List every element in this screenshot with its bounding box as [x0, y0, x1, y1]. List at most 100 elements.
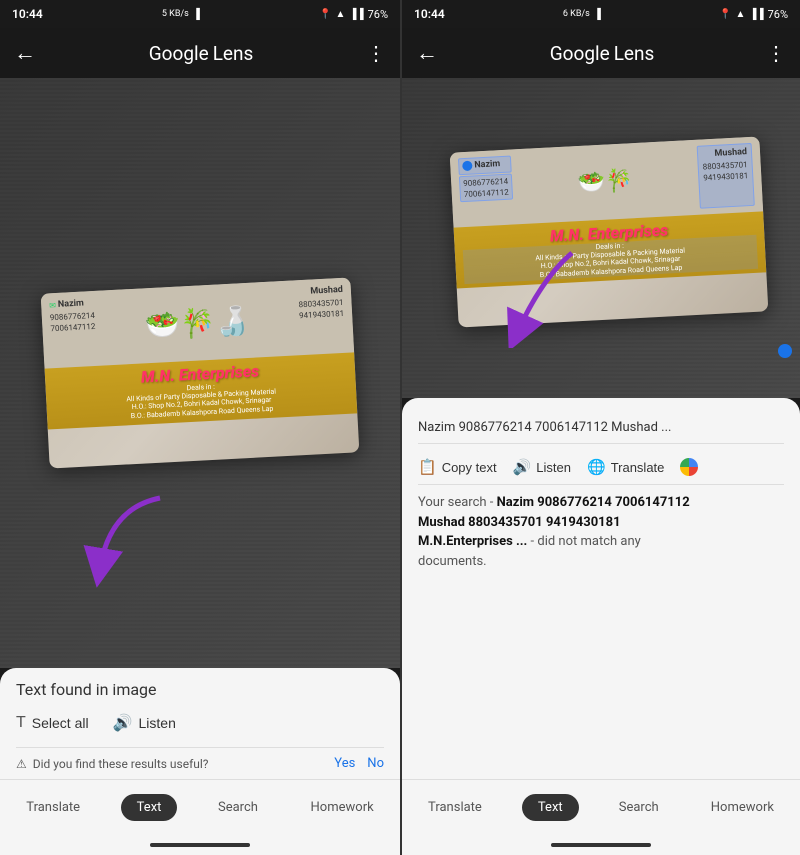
card-left-contact-right: Nazim 9086776214 7006147112 — [458, 155, 514, 221]
right-status-left: 📍 ▲ ▐▐ 76% — [319, 8, 388, 21]
listen-label-right: Listen — [536, 460, 571, 475]
listen-button-left[interactable]: 🔊 Listen — [113, 709, 176, 737]
status-bar-left: 10:44 5 KB/s ▐ 📍 ▲ ▐▐ 76% — [0, 0, 400, 28]
time-left: 10:44 — [12, 7, 43, 21]
text-found-title: Text found in image — [16, 680, 384, 699]
result-query: Nazim 9086776214 7006147112 Mushad ... — [418, 410, 784, 444]
card-left-contact: ✉ Nazim 9086776214 7006147112 — [49, 297, 97, 362]
nav-homework-left[interactable]: Homework — [299, 796, 386, 819]
lens-word-right: Lens — [614, 42, 655, 65]
translate-label-right-nav: Translate — [428, 800, 482, 815]
nav-text-left[interactable]: Text — [121, 794, 178, 821]
kb-speed-right: 6 KB/s — [563, 9, 590, 19]
menu-button-right[interactable]: ⋮ — [766, 41, 786, 65]
no-button[interactable]: No — [367, 756, 384, 771]
card-center-decoration-right: 🥗🎋 — [576, 149, 634, 215]
action-row-left: T Select all 🔊 Listen — [16, 709, 384, 737]
card-center-decoration: 🥗🎋🍶 — [144, 289, 252, 357]
copy-text-button[interactable]: 📋 Copy text — [418, 458, 497, 476]
top-bar-left: ← Google Lens ⋮ — [0, 28, 400, 78]
right-status-right: 📍 ▲ ▐▐ 76% — [719, 8, 788, 21]
copy-icon: 📋 — [418, 458, 437, 476]
signal-bars-right: ▐▐ — [749, 9, 763, 20]
purple-arrow-right — [502, 248, 602, 348]
google-g-icon — [680, 458, 698, 476]
signal-icon-left: ▐ — [193, 9, 200, 20]
lens-word-left: Lens — [213, 42, 254, 65]
bottom-nav-right: Translate Text Search Homework — [402, 779, 800, 835]
result-line4: documents. — [418, 554, 487, 569]
feedback-icon: ⚠ — [16, 757, 27, 771]
feedback-text-label: Did you find these results useful? — [33, 757, 209, 771]
google-search-button[interactable] — [680, 458, 698, 476]
right-name: Mushad — [310, 285, 343, 297]
search-results: Your search - Nazim 9086776214 700614711… — [418, 493, 784, 571]
left-phone1-right: 9086776214 — [463, 176, 508, 187]
right-phone1: 8803435701 — [298, 297, 343, 308]
center-status-left: 5 KB/s ▐ — [162, 9, 200, 20]
listen-label-left: Listen — [139, 715, 176, 731]
bottom-panel-right: Nazim 9086776214 7006147112 Mushad ... 📋… — [402, 398, 800, 779]
result-line1: Your search - — [418, 495, 497, 510]
select-all-button[interactable]: T Select all — [16, 710, 89, 736]
time-right: 10:44 — [414, 7, 445, 21]
translate-button-right[interactable]: 🌐 Translate — [587, 458, 664, 476]
right-name-right: Mushad — [714, 147, 747, 159]
select-all-label: Select all — [32, 715, 89, 731]
nav-translate-left[interactable]: Translate — [14, 796, 92, 819]
nav-search-right[interactable]: Search — [607, 796, 671, 819]
home-bar-left — [150, 843, 250, 847]
home-indicator-left — [0, 835, 400, 855]
left-phone2: 7006147112 — [50, 322, 95, 333]
status-bar-right: 10:44 6 KB/s ▐ 📍 ▲ ▐▐ 76% — [402, 0, 800, 28]
homework-label-right: Homework — [711, 800, 774, 815]
listen-button-right[interactable]: 🔊 Listen — [513, 458, 571, 476]
purple-arrow-left — [80, 488, 180, 588]
copy-text-label: Copy text — [442, 460, 497, 475]
yes-button[interactable]: Yes — [334, 756, 355, 771]
text-label-left: Text — [137, 800, 162, 815]
nav-text-right[interactable]: Text — [522, 794, 579, 821]
google-word-right: Google — [550, 42, 610, 65]
card-right-contact-right: Mushad 8803435701 9419430181 — [697, 143, 755, 209]
bottom-nav-left: Translate Text Search Homework — [0, 779, 400, 835]
card-right-contact: Mushad 8803435701 9419430181 — [298, 284, 346, 349]
battery-right: 76% — [768, 8, 788, 21]
search-label-right: Search — [619, 800, 659, 815]
home-bar-right — [551, 843, 651, 847]
camera-view-left: ✉ Nazim 9086776214 7006147112 🥗🎋🍶 Mushad… — [0, 78, 400, 668]
left-phone2-right: 7006147112 — [464, 187, 509, 198]
nav-translate-right[interactable]: Translate — [416, 796, 494, 819]
camera-view-right: Nazim 9086776214 7006147112 🥗🎋 Mushad 88… — [402, 78, 800, 398]
kb-speed-left: 5 KB/s — [162, 9, 189, 19]
app-title-left: Google Lens — [149, 42, 254, 65]
battery-left: 76% — [368, 8, 388, 21]
search-label-left: Search — [218, 800, 258, 815]
business-card-left: ✉ Nazim 9086776214 7006147112 🥗🎋🍶 Mushad… — [41, 278, 360, 469]
back-button-right[interactable]: ← — [416, 40, 438, 66]
feedback-row: ⚠ Did you find these results useful? Yes… — [16, 747, 384, 779]
business-card-right: Nazim 9086776214 7006147112 🥗🎋 Mushad 88… — [450, 136, 769, 327]
feedback-question: ⚠ Did you find these results useful? — [16, 757, 208, 771]
back-button-left[interactable]: ← — [14, 40, 36, 66]
location-icon-left: 📍 — [319, 9, 331, 20]
location-icon-right: 📍 — [719, 9, 731, 20]
home-indicator-right — [402, 835, 800, 855]
wifi-icon-right: ▲ — [736, 9, 746, 20]
left-panel: 10:44 5 KB/s ▐ 📍 ▲ ▐▐ 76% ← Google Lens … — [0, 0, 400, 855]
wifi-icon-left: ▲ — [336, 9, 346, 20]
menu-button-left[interactable]: ⋮ — [366, 41, 386, 65]
card-bg-right: Nazim 9086776214 7006147112 🥗🎋 Mushad 88… — [450, 136, 769, 327]
feedback-buttons: Yes No — [334, 756, 384, 771]
nav-homework-right[interactable]: Homework — [699, 796, 786, 819]
top-bar-right: ← Google Lens ⋮ — [402, 28, 800, 78]
nav-search-left[interactable]: Search — [206, 796, 270, 819]
result-bold2: Mushad 8803435701 9419430181 — [418, 515, 621, 530]
google-word-left: Google — [149, 42, 209, 65]
app-title-right: Google Lens — [550, 42, 655, 65]
translate-label-left: Translate — [26, 800, 80, 815]
left-name-right: Nazim — [474, 158, 501, 172]
right-phone1-right: 8803435701 — [702, 159, 747, 170]
signal-icon-right: ▐ — [594, 9, 601, 20]
translate-icon-right: 🌐 — [587, 458, 606, 476]
